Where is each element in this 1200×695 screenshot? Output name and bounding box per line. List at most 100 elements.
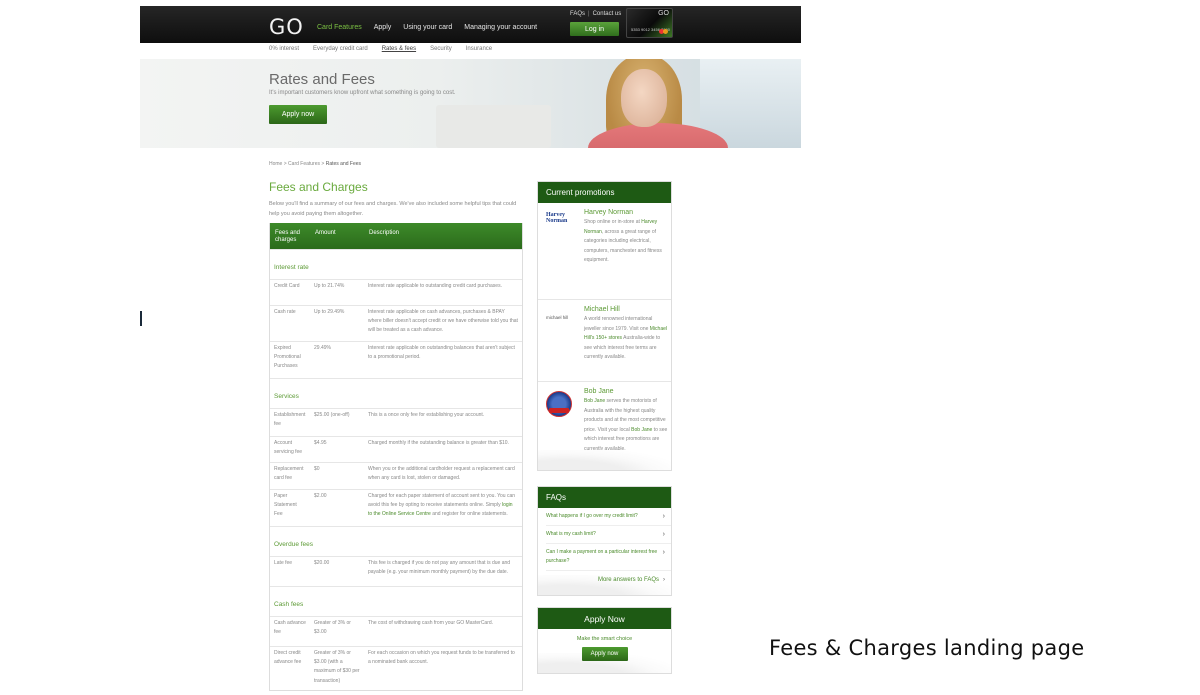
panel-decoration [538,450,671,470]
fees-table-body: Interest rate Credit Card Up to 21.74% Inte… [270,249,522,690]
fee-name: Expired Promotional Purchases [274,345,301,370]
fee-name: Late fee [274,560,293,566]
nav-card-features[interactable]: Card Features [317,24,362,31]
table-row: Establishment fee $25.00 (one-off) This is… [270,408,522,436]
hero-woman-face [621,69,667,127]
fee-description-text: For each occasion on which you request f… [368,650,515,666]
contact-us-link[interactable]: Contact us [593,11,622,17]
fee-description: Charged monthly if the outstanding balan… [364,437,522,462]
fee-description-text: Charged for each paper statement of acco… [368,493,516,509]
card-brand: GO [658,10,669,17]
chevron-right-icon: › [662,513,665,520]
fee-name: Credit Card [274,283,300,289]
sidebar-apply-now-button[interactable]: Apply now [581,647,628,661]
main-content: Fees and Charges Below you'll find a sum… [269,180,523,219]
promo-harvey-norman[interactable]: Harvey Norman Harvey Norman Shop online … [538,203,671,300]
michael-hill-logo-text: michael hill [546,315,569,320]
fee-description: This fee is charged if you do not pay an… [364,557,522,586]
table-row: Paper Statement Fee $2.00 Charged for each… [270,489,522,526]
faq-question[interactable]: What happens if I go over my credit limi… [546,512,638,521]
promo-name[interactable]: Michael Hill [584,306,668,313]
fee-amount: Up to 29.49% [314,309,345,315]
sub-nav: 0% interest Everyday credit card Rates &… [269,46,492,52]
michael-hill-logo: michael hill [546,309,576,381]
faq-question[interactable]: What is my cash limit? [546,530,596,539]
fee-amount: $4.95 [314,440,327,446]
breadcrumb-card-features[interactable]: Card Features [288,161,320,167]
fee-description-text: The cost of withdrawing cash from your G… [368,620,494,626]
fee-description: Interest rate applicable on outstanding … [364,342,522,378]
fee-description-text: Charged monthly if the outstanding balan… [368,440,509,446]
hero-banner: Rates and Fees It's important customers … [140,59,801,148]
fee-name: Paper Statement Fee [274,493,297,518]
fee-description: Interest rate applicable on cash advance… [364,306,522,341]
promotions-title: Current promotions [538,182,671,203]
fee-description-text: Interest rate applicable on outstanding … [368,345,515,361]
subnav-insurance[interactable]: Insurance [466,46,492,52]
hero-apply-now-button[interactable]: Apply now [269,105,327,124]
promo-desc-text: A world renowned international jeweller … [584,316,653,332]
faq-list: What happens if I go over my credit limi… [538,508,671,571]
more-faqs-link[interactable]: More answers to FAQs › [538,571,671,583]
header-amount: Amount [315,230,336,236]
promotions-panel: Current promotions Harvey Norman Harvey … [537,181,672,471]
nav-managing-your-account[interactable]: Managing your account [464,24,537,31]
fees-section-title: Cash fees [270,586,522,616]
faq-item[interactable]: What is my cash limit? › [546,526,671,544]
faq-item[interactable]: What happens if I go over my credit limi… [546,508,671,526]
subnav-0-interest[interactable]: 0% interest [269,46,299,52]
subnav-security[interactable]: Security [430,46,452,52]
subnav-rates-fees[interactable]: Rates & fees [382,46,416,52]
fee-description-text: Interest rate applicable to outstanding … [368,283,502,289]
fee-amount: $20.00 [314,560,330,566]
fee-name: Replacement card fee [274,466,304,482]
promo-name[interactable]: Harvey Norman [584,209,668,216]
fee-description: When you or the additional cardholder re… [364,463,522,489]
fee-name: Cash rate [274,309,296,315]
promo-description: A world renowned international jeweller … [584,315,668,363]
promo-description: Bob Jane serves the motorists of Austral… [584,397,668,454]
breadcrumb-home[interactable]: Home [269,161,282,167]
subnav-everyday-credit-card[interactable]: Everyday credit card [313,46,368,52]
harvey-norman-logo: Harvey Norman [546,212,576,299]
fees-section-title: Interest rate [270,249,522,279]
fees-table-header: Fees and charges Amount Description [270,223,522,249]
page-title: Fees and Charges [269,180,368,194]
table-row: Cash rate Up to 29.49% Interest rate appli… [270,305,522,341]
fees-section-title: Services [270,378,522,408]
fee-name: Account servicing fee [274,440,303,456]
promo-name[interactable]: Bob Jane [584,388,668,395]
faqs-link[interactable]: FAQs [570,11,585,17]
faq-item[interactable]: Can I make a payment on a particular int… [546,544,671,571]
breadcrumb-separator: > [283,161,287,167]
breadcrumb-current: Rates and Fees [325,161,362,167]
fee-amount: $0 [314,466,320,472]
table-row: Credit Card Up to 21.74% Interest rate app… [270,279,522,305]
fee-description-text: and register for online statements. [430,511,508,518]
fee-description: Charged for each paper statement of acco… [364,490,522,526]
fee-description-text: When you or the additional cardholder re… [368,466,515,482]
more-faqs-label[interactable]: More answers to FAQs [598,577,659,583]
nav-using-your-card[interactable]: Using your card [403,24,452,31]
hero-title: Rates and Fees [269,71,375,88]
main-nav: Card Features Apply Using your card Mana… [317,24,537,31]
fee-amount: 29.49% [314,345,331,351]
table-row: Expired Promotional Purchases 29.49% Inter… [270,341,522,378]
apply-tagline: Make the smart choice [576,636,633,642]
promo-link[interactable]: Bob Jane [631,427,652,433]
promo-michael-hill[interactable]: michael hill Michael Hill A world renown… [538,300,671,382]
log-in-button[interactable]: Log in [570,22,619,36]
fees-table: Fees and charges Amount Description Inte… [269,223,523,691]
promo-link[interactable]: Bob Jane [584,398,605,404]
credit-card-image: GO 5353 9012 3456 7890 [626,8,673,38]
promo-description: Shop online or in-store at Harvey Norman… [584,218,668,266]
fee-name: Cash advance fee [274,620,306,636]
go-logo[interactable]: GO [269,15,304,39]
edge-marker [140,311,142,326]
fee-description-text: This is a once only fee for establishing… [368,412,485,418]
fee-name: Establishment fee [274,412,306,428]
faq-question[interactable]: Can I make a payment on a particular int… [546,548,663,566]
fee-amount: $25.00 (one-off) [314,412,350,418]
nav-apply[interactable]: Apply [374,24,392,31]
faqs-title: FAQs [538,487,671,508]
